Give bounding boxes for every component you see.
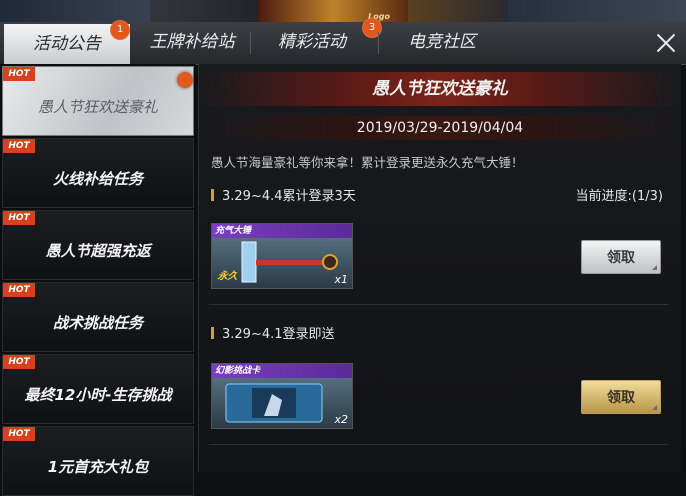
sidebar-item-tactical-challenge[interactable]: HOT 战术挑战任务	[2, 282, 194, 352]
challenge-card-icon	[225, 383, 323, 423]
sidebar-item-label: 最终12小时-生存挑战	[24, 386, 172, 404]
tab-divider	[378, 32, 379, 54]
sidebar-item-april-fools-gifts[interactable]: HOT 愚人节狂欢送豪礼	[2, 66, 194, 136]
game-logo: Logo	[258, 0, 408, 22]
top-banner: Logo	[0, 0, 686, 22]
tab-esports-community[interactable]: 电竞社区	[386, 22, 498, 64]
reward-condition: 3.29~4.4累计登录3天	[211, 185, 356, 204]
sidebar-item-label: 愚人节超强充返	[45, 242, 151, 260]
sidebar: HOT 愚人节狂欢送豪礼 HOT 火线补给任务 HOT 愚人节超强充返 HOT …	[0, 64, 196, 496]
sidebar-item-label: 火线补给任务	[52, 170, 143, 188]
item-name: 充气大锤	[212, 224, 352, 238]
tab-divider	[250, 32, 251, 54]
sidebar-item-label: 愚人节狂欢送豪礼	[37, 98, 158, 116]
tab-badge: 3	[362, 18, 382, 38]
divider	[209, 304, 669, 305]
hot-badge: HOT	[3, 67, 35, 81]
close-icon[interactable]	[650, 27, 682, 59]
sidebar-item-label: 战术挑战任务	[52, 314, 143, 332]
sidebar-item-recharge-rebate[interactable]: HOT 愚人节超强充返	[2, 210, 194, 280]
tab-label: 电竞社区	[408, 32, 476, 52]
tab-badge: 1	[110, 20, 130, 40]
sidebar-item-first-recharge[interactable]: HOT 1元首充大礼包	[2, 426, 194, 496]
sidebar-item-label: 1元首充大礼包	[47, 458, 149, 476]
sidebar-item-supply-mission[interactable]: HOT 火线补给任务	[2, 138, 194, 208]
tab-bar: 活动公告 1 王牌补给站 精彩活动 3 电竞社区	[0, 18, 686, 65]
tab-featured-events[interactable]: 精彩活动 3	[256, 18, 382, 64]
tab-supply-station[interactable]: 王牌补给站	[136, 22, 248, 64]
event-detail-panel: 愚人节狂欢送豪礼 2019/03/29-2019/04/04 愚人节海量豪礼等你…	[198, 64, 681, 472]
hot-badge: HOT	[3, 139, 35, 153]
reward-condition: 3.29~4.1登录即送	[211, 323, 335, 342]
tab-activity-notice[interactable]: 活动公告 1	[4, 20, 130, 64]
hot-badge: HOT	[3, 355, 35, 369]
tab-label: 活动公告	[33, 34, 101, 54]
reward-item-card: 充气大锤 永久 x1	[211, 223, 353, 289]
item-quantity: x2	[334, 413, 348, 426]
hot-badge: HOT	[3, 283, 35, 297]
event-date-range: 2019/03/29-2019/04/04	[199, 116, 681, 140]
item-name: 幻影挑战卡	[212, 364, 352, 378]
progress-label: 当前进度:(1/3)	[575, 189, 663, 204]
item-quantity: x1	[334, 273, 348, 286]
sidebar-item-survival-challenge[interactable]: HOT 最终12小时-生存挑战	[2, 354, 194, 424]
hot-badge: HOT	[3, 427, 35, 441]
reward-item-card: 幻影挑战卡 x2	[211, 363, 353, 429]
claim-button[interactable]: 领取	[581, 380, 661, 414]
tab-label: 精彩活动	[278, 32, 346, 52]
claim-button[interactable]: 领取	[581, 240, 661, 274]
event-title: 愚人节狂欢送豪礼	[199, 72, 681, 106]
tab-label: 王牌补给站	[149, 32, 235, 52]
event-description: 愚人节海量豪礼等你来拿！累计登录更送永久充气大锤！	[211, 155, 524, 170]
item-tag: 永久	[216, 271, 239, 282]
divider	[209, 444, 669, 445]
hot-badge: HOT	[3, 211, 35, 225]
